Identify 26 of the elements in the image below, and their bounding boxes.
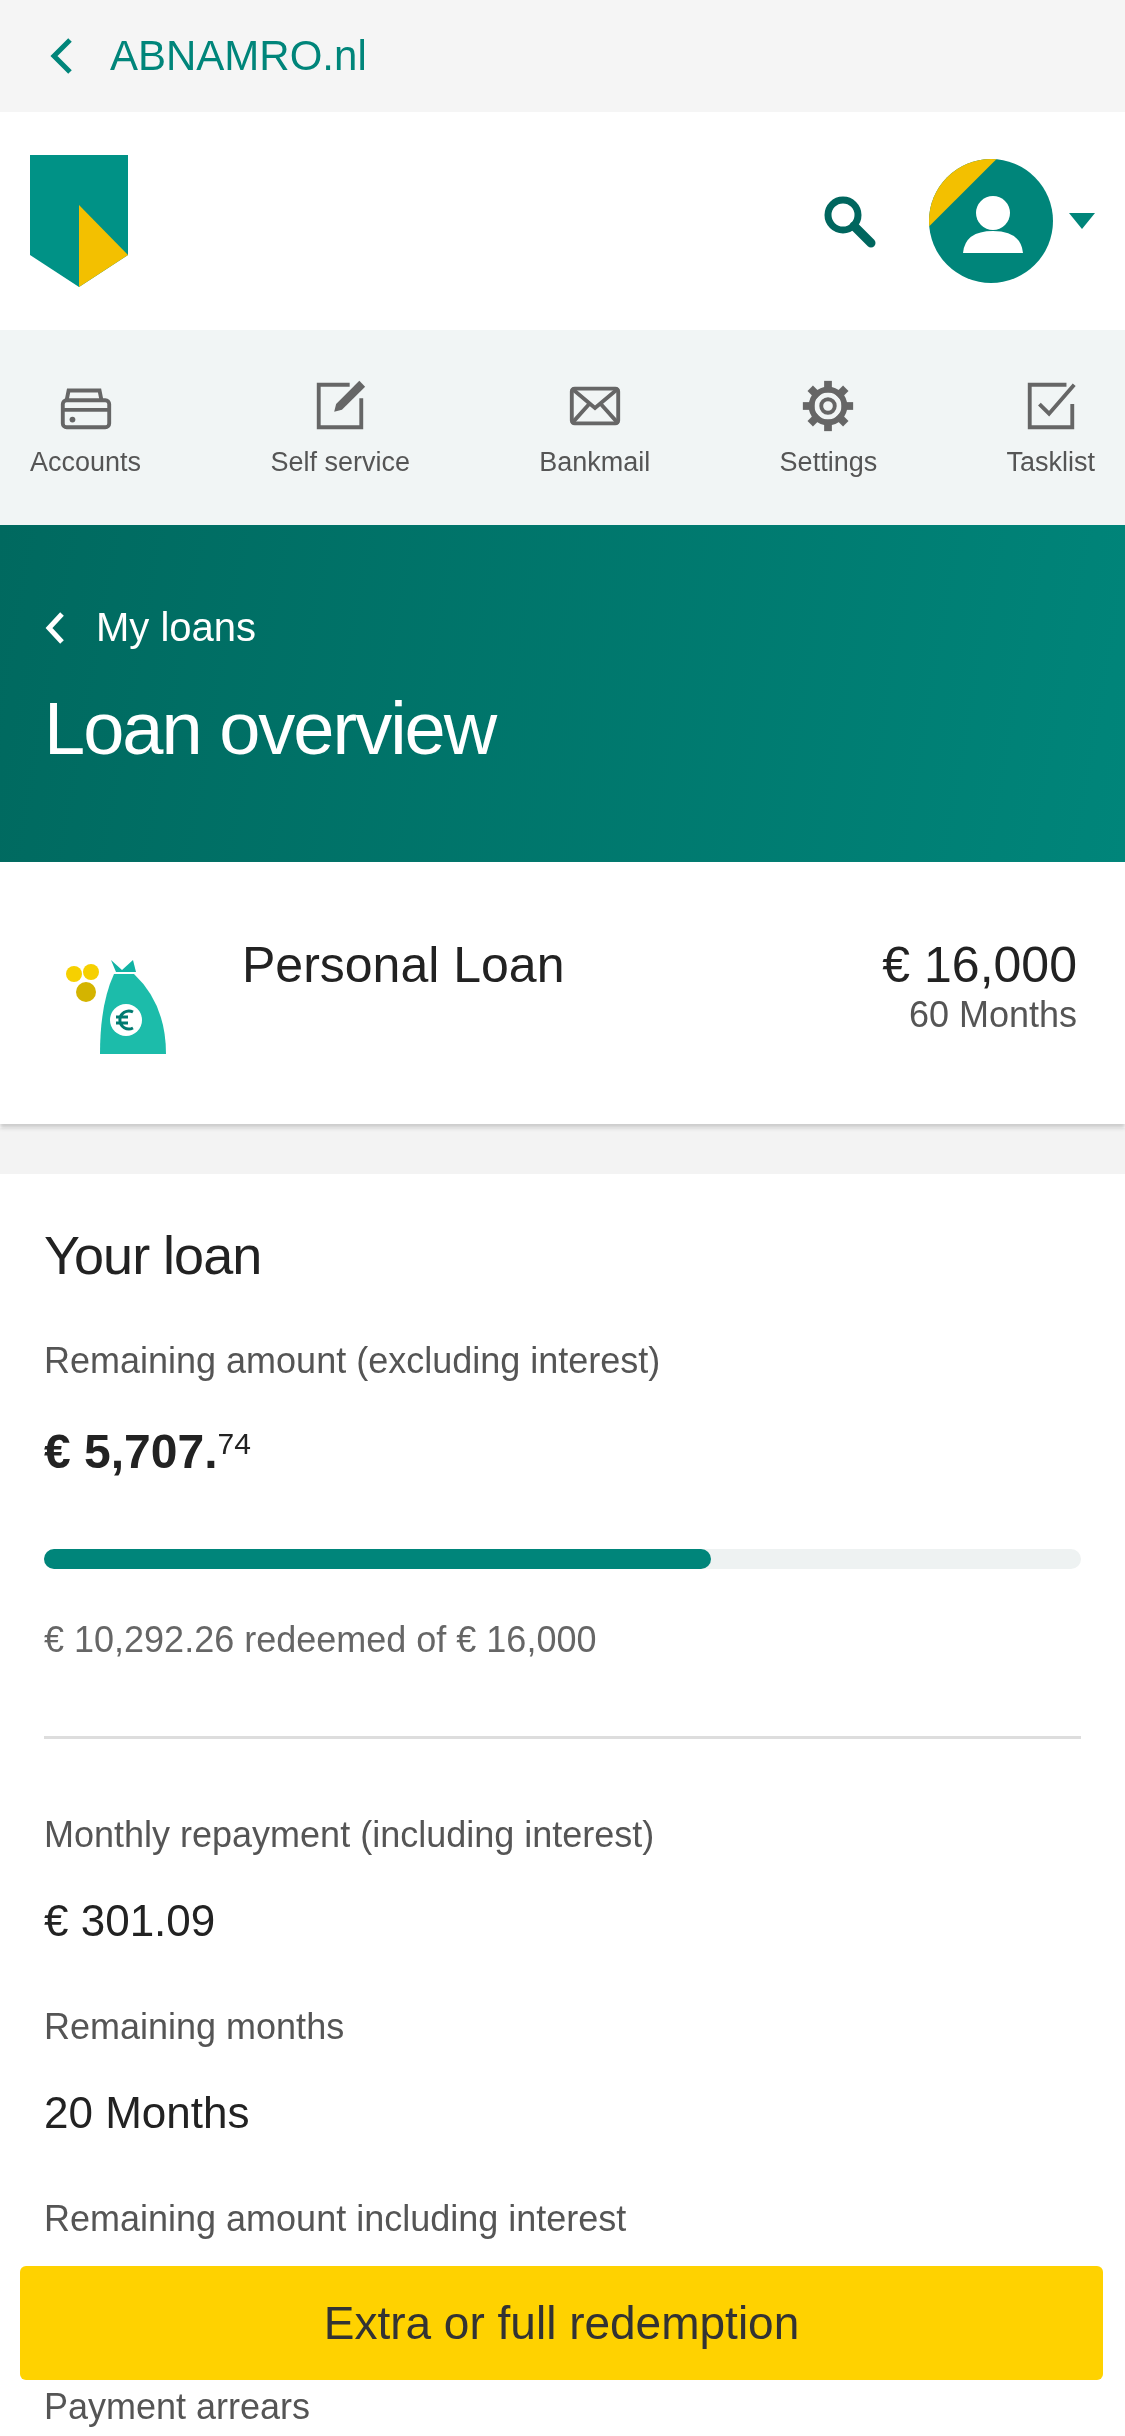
remaining-amount: € 5,707.$^{74}$ — [44, 1424, 252, 1479]
loan-name: Personal Loan — [242, 936, 566, 994]
field-label: Payment arrears — [44, 2386, 312, 2428]
nav-tab[interactable]: Accounts — [20, 330, 152, 525]
nav-tab[interactable]: Tasklist — [996, 330, 1105, 525]
back-link[interactable]: My loans — [44, 605, 257, 650]
nav-tab[interactable]: Self service — [260, 330, 420, 525]
back-icon[interactable] — [48, 36, 74, 76]
back-link[interactable]: ABNAMRO.nl — [110, 32, 367, 80]
field-label: Remaining amount (excluding interest) — [44, 1340, 662, 1382]
field-value: € 301.09 — [44, 1896, 217, 1946]
nav-tab[interactable]: Bankmail — [529, 330, 661, 525]
caret-icon[interactable] — [1069, 211, 1095, 231]
section-title: Your loan — [44, 1225, 262, 1285]
redeemed-text: € 10,292.26 redeemed of € 16,000 — [44, 1619, 598, 1661]
nav-tab[interactable]: Settings — [769, 330, 888, 525]
field-label: Remaining amount including interest — [44, 2198, 628, 2240]
loan-term: 60 Months — [908, 994, 1077, 1036]
page-title: Loan overview — [44, 686, 498, 771]
field-label: Remaining months — [44, 2006, 346, 2048]
field-value: 20 Months — [44, 2088, 251, 2138]
loan-amount: € 16,000 — [882, 936, 1077, 994]
loan-card[interactable]: Personal Loan € 16,000 60 Months — [0, 862, 1125, 1124]
redemption-button[interactable]: Extra or full redemption — [20, 2266, 1103, 2380]
field-label: Monthly repayment (including interest) — [44, 1814, 656, 1856]
shield-logo[interactable] — [30, 155, 128, 287]
